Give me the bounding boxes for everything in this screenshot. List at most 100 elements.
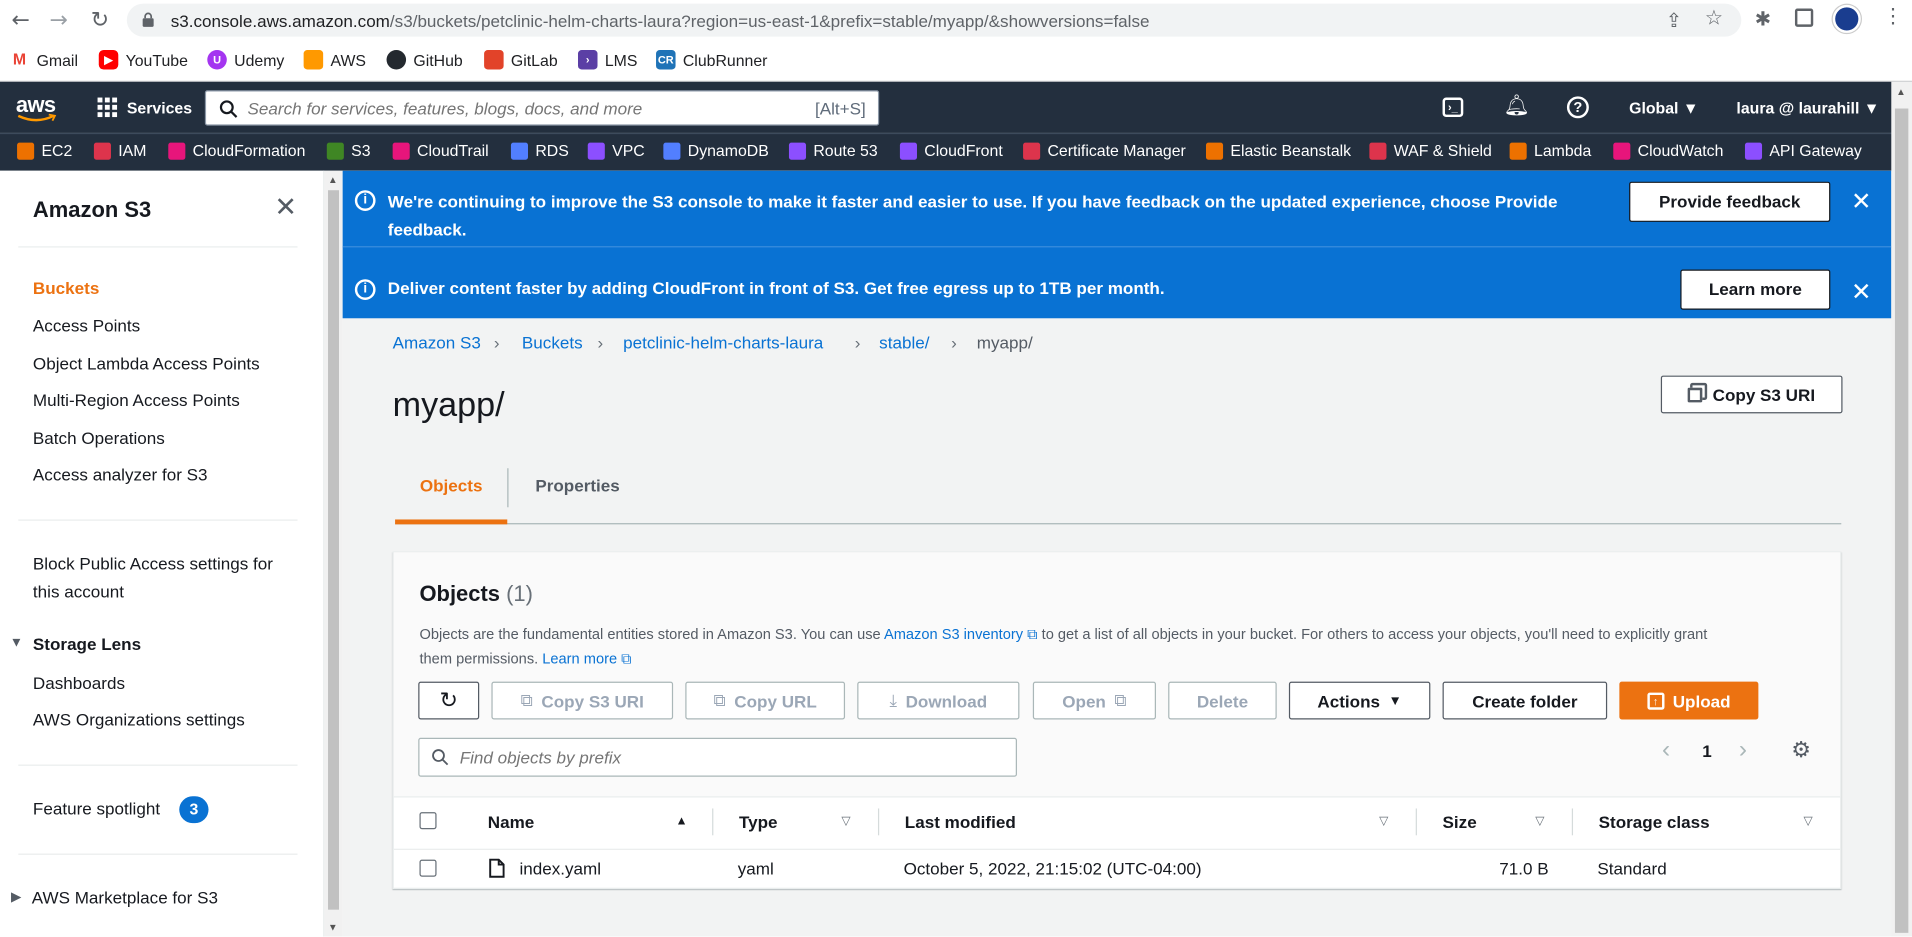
next-page-icon[interactable]: › xyxy=(1739,737,1747,765)
upload-button[interactable]: ↑ Upload xyxy=(1619,681,1759,720)
bookmark-clubrunner[interactable]: CR ClubRunner xyxy=(656,49,767,70)
back-icon[interactable]: ← xyxy=(7,7,34,34)
row-checkbox[interactable] xyxy=(419,859,437,877)
column-separator[interactable] xyxy=(877,808,880,836)
copy-s3-uri-button[interactable]: Copy S3 URI xyxy=(1660,375,1843,414)
sort-icon[interactable]: ▽ xyxy=(1379,815,1388,828)
tab-properties[interactable]: Properties xyxy=(535,476,619,496)
shortcut-ec2[interactable]: EC2 xyxy=(17,141,72,160)
scroll-up-arrow[interactable]: ▲ xyxy=(328,174,338,185)
bookmark-gitlab[interactable]: GitLab xyxy=(484,49,558,70)
copy-s3-uri-disabled-button[interactable]: ⧉ Copy S3 URI xyxy=(491,681,674,720)
column-header-type[interactable]: Type xyxy=(739,812,778,832)
close-icon[interactable]: ✕ xyxy=(1851,187,1871,217)
caret-right-icon[interactable]: ▶ xyxy=(11,889,21,905)
bookmark-youtube[interactable]: ▶ YouTube xyxy=(98,49,188,70)
bookmark-udemy[interactable]: U Udemy xyxy=(207,49,284,70)
share-icon[interactable]: ⇪ xyxy=(1666,9,1682,33)
menu-icon[interactable]: ⋮ xyxy=(1883,5,1904,29)
address-bar[interactable]: s3.console.aws.amazon.com/s3/buckets/pet… xyxy=(126,3,1742,37)
region-selector[interactable]: Global ▼ xyxy=(1629,99,1698,117)
shortcut-cloudtrail[interactable]: CloudTrail xyxy=(392,141,489,160)
bookmark-lms[interactable]: › LMS xyxy=(577,49,637,70)
learn-more-button[interactable]: Learn more xyxy=(1680,269,1831,310)
tab-objects[interactable]: Objects xyxy=(395,476,507,496)
shortcut-dynamodb[interactable]: DynamoDB xyxy=(663,141,769,160)
sidebar-item-batch-operations[interactable]: Batch Operations xyxy=(33,428,165,448)
scrollbar-thumb[interactable] xyxy=(1894,108,1909,933)
object-name-link[interactable]: index.yaml xyxy=(519,858,601,878)
select-all-checkbox[interactable] xyxy=(419,812,437,830)
copy-url-button[interactable]: ⧉ Copy URL xyxy=(685,681,846,720)
breadcrumb-bucket[interactable]: petclinic-helm-charts-laura xyxy=(623,333,823,353)
delete-button[interactable]: Delete xyxy=(1168,681,1277,720)
sidebar-item-multi-region[interactable]: Multi-Region Access Points xyxy=(33,390,240,410)
shortcut-certificate-manager[interactable]: Certificate Manager xyxy=(1023,141,1186,160)
shortcut-elastic-beanstalk[interactable]: Elastic Beanstalk xyxy=(1205,141,1351,160)
s3-inventory-link[interactable]: Amazon S3 inventory xyxy=(884,626,1023,643)
download-button[interactable]: ⤓ Download xyxy=(857,681,1020,720)
page-number[interactable]: 1 xyxy=(1702,741,1712,761)
sidebar-item-buckets[interactable]: Buckets xyxy=(33,278,99,298)
shortcut-route53[interactable]: Route 53 xyxy=(788,141,878,160)
learn-more-link[interactable]: Learn more xyxy=(542,650,617,667)
column-header-size[interactable]: Size xyxy=(1443,812,1477,832)
shortcut-s3[interactable]: S3 xyxy=(326,141,371,160)
shortcut-rds[interactable]: RDS xyxy=(510,141,569,160)
breadcrumb-stable[interactable]: stable/ xyxy=(879,333,929,353)
bookmark-aws[interactable]: AWS xyxy=(303,49,366,70)
scroll-down-arrow[interactable]: ▼ xyxy=(328,922,338,933)
create-folder-button[interactable]: Create folder xyxy=(1442,681,1608,720)
services-menu[interactable]: Services xyxy=(127,99,192,117)
global-search[interactable]: [Alt+S] xyxy=(204,90,880,126)
breadcrumb-amazon-s3[interactable]: Amazon S3 xyxy=(393,333,481,353)
page-scrollbar[interactable]: ▲ xyxy=(1891,81,1912,937)
profile-avatar[interactable] xyxy=(1832,4,1861,33)
provide-feedback-button[interactable]: Provide feedback xyxy=(1629,181,1831,222)
reload-icon[interactable]: ↻ xyxy=(87,7,114,34)
help-icon[interactable]: ? xyxy=(1566,96,1589,119)
aws-logo[interactable]: aws xyxy=(16,93,57,122)
shortcut-cloudfront[interactable]: CloudFront xyxy=(899,141,1003,160)
sort-icon[interactable]: ▽ xyxy=(1803,815,1812,828)
bookmark-gmail[interactable]: M Gmail xyxy=(9,49,78,70)
filter-box[interactable] xyxy=(418,737,1017,777)
settings-gear-icon[interactable]: ⚙ xyxy=(1791,738,1811,764)
shortcut-lambda[interactable]: Lambda xyxy=(1509,141,1591,160)
sidebar-item-access-analyzer[interactable]: Access analyzer for S3 xyxy=(33,465,208,485)
sort-ascending-icon[interactable]: ▲ xyxy=(676,815,688,828)
forward-icon[interactable]: → xyxy=(45,7,72,34)
close-icon[interactable]: ✕ xyxy=(1851,277,1871,307)
shortcut-vpc[interactable]: VPC xyxy=(587,141,645,160)
services-grid-icon[interactable] xyxy=(97,97,118,118)
extensions-icon[interactable]: ✱ xyxy=(1755,7,1771,31)
side-panel-icon[interactable] xyxy=(1794,8,1814,27)
sort-icon[interactable]: ▽ xyxy=(841,815,850,828)
shortcut-cloudwatch[interactable]: CloudWatch xyxy=(1613,141,1723,160)
column-header-last-modified[interactable]: Last modified xyxy=(905,812,1016,832)
column-separator[interactable] xyxy=(1415,808,1417,836)
column-separator[interactable] xyxy=(712,808,714,836)
breadcrumb-buckets[interactable]: Buckets xyxy=(522,333,583,353)
sidebar-item-feature-spotlight[interactable]: Feature spotlight xyxy=(33,799,160,819)
shortcut-waf-shield[interactable]: WAF & Shield xyxy=(1369,141,1492,160)
sidebar-item-org-settings[interactable]: AWS Organizations settings xyxy=(33,710,245,730)
shortcut-iam[interactable]: IAM xyxy=(93,141,146,160)
actions-dropdown[interactable]: Actions ▼ xyxy=(1288,681,1431,720)
refresh-button[interactable]: ↻ xyxy=(418,681,480,720)
open-button[interactable]: Open ⧉ xyxy=(1032,681,1156,720)
sidebar-item-dashboards[interactable]: Dashboards xyxy=(33,673,125,693)
scroll-up-arrow[interactable]: ▲ xyxy=(1896,87,1906,98)
search-input[interactable] xyxy=(247,96,785,121)
sidebar-item-access-points[interactable]: Access Points xyxy=(33,316,140,336)
column-header-storage-class[interactable]: Storage class xyxy=(1599,812,1710,832)
sidebar-item-object-lambda[interactable]: Object Lambda Access Points xyxy=(33,354,260,374)
scrollbar-thumb[interactable] xyxy=(328,190,339,910)
shortcut-cloudformation[interactable]: CloudFormation xyxy=(168,141,305,160)
sidebar-item-block-public-access[interactable]: Block Public Access settings for this acc… xyxy=(33,554,273,610)
sidebar-section-storage-lens[interactable]: Storage Lens xyxy=(33,634,141,654)
account-menu[interactable]: laura @ laurahill ▼ xyxy=(1736,99,1879,117)
cloudshell-icon[interactable]: ›_ xyxy=(1442,97,1464,118)
bookmark-star-icon[interactable]: ☆ xyxy=(1705,6,1724,30)
close-sidebar-icon[interactable]: ✕ xyxy=(274,193,296,221)
